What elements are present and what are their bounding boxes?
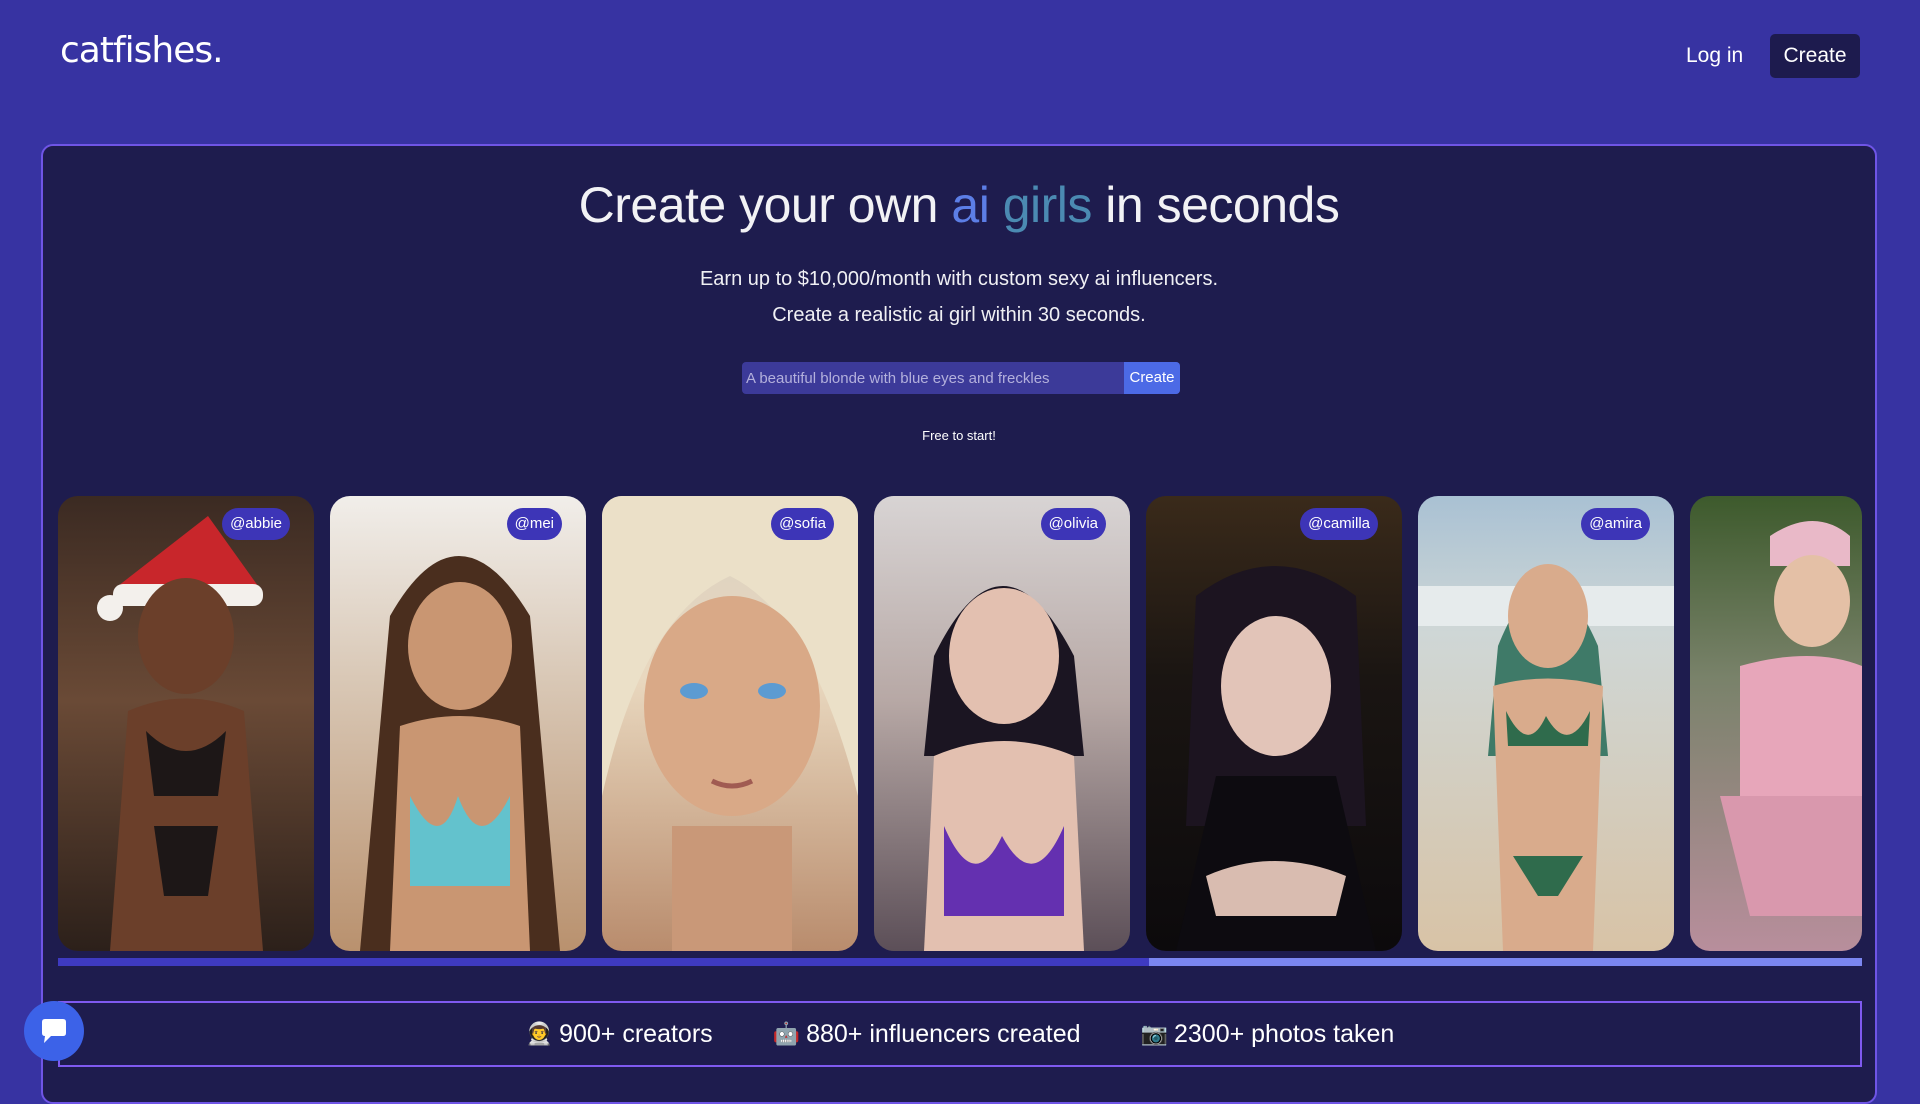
headline-accent-girls: girls bbox=[1002, 177, 1093, 233]
card-handle: @abbie bbox=[222, 508, 290, 540]
prompt-create-button[interactable]: Create bbox=[1124, 362, 1180, 394]
influencer-card-olivia[interactable]: @olivia bbox=[874, 496, 1130, 951]
subheadline-earnings: Earn up to $10,000/month with custom sex… bbox=[699, 268, 1219, 290]
headline-prefix: Create your own bbox=[578, 177, 952, 233]
influencer-card-sofia[interactable]: @sofia bbox=[602, 496, 858, 951]
page-title: Create your own ai girls in seconds bbox=[43, 176, 1875, 234]
influencer-card-partial[interactable] bbox=[1690, 496, 1862, 951]
gallery-scroll-progress-fill bbox=[58, 958, 1150, 966]
prompt-form: Create bbox=[742, 362, 1180, 394]
free-to-start-note: Free to start! bbox=[922, 428, 996, 443]
headline-suffix: in seconds bbox=[1091, 177, 1340, 233]
top-navigation: catfishes. Log in Create bbox=[0, 0, 1920, 112]
stat-influencers: 🤖 880+ influencers created bbox=[773, 1020, 1081, 1049]
influencer-card-amira[interactable]: @amira bbox=[1418, 496, 1674, 951]
stat-text: 2300+ photos taken bbox=[1173, 1019, 1395, 1048]
prompt-input[interactable] bbox=[742, 362, 1124, 394]
portrait-camilla-image bbox=[1176, 566, 1376, 951]
influencer-gallery[interactable]: @abbie @mei @sofia @olivia @camilla @ami… bbox=[58, 496, 1862, 951]
portrait-amira-image bbox=[1418, 564, 1674, 951]
stat-text: 900+ creators bbox=[559, 1019, 713, 1048]
stat-creators: 👨‍🚀 900+ creators bbox=[526, 1020, 713, 1049]
portrait-sofia-image bbox=[602, 496, 858, 951]
portrait-abbie-image bbox=[97, 516, 263, 951]
portrait-olivia-image bbox=[924, 586, 1084, 951]
stat-photos: 📷 2300+ photos taken bbox=[1141, 1020, 1395, 1049]
influencer-card-mei[interactable]: @mei bbox=[330, 496, 586, 951]
card-handle: @camilla bbox=[1300, 508, 1378, 540]
card-handle: @olivia bbox=[1040, 508, 1106, 540]
chat-launcher-button[interactable] bbox=[24, 1001, 84, 1061]
influencer-card-abbie[interactable]: @abbie bbox=[58, 496, 314, 951]
portrait-partial-image bbox=[1720, 521, 1862, 916]
login-link[interactable]: Log in bbox=[1670, 34, 1759, 78]
stats-bar: 👨‍🚀 900+ creators 🤖 880+ influencers cre… bbox=[58, 1001, 1862, 1067]
portrait-mei-image bbox=[360, 556, 560, 951]
site-logo[interactable]: catfishes. bbox=[60, 30, 224, 71]
subheadline-speed: Create a realistic ai girl within 30 sec… bbox=[772, 304, 1146, 326]
card-handle: @sofia bbox=[771, 508, 834, 540]
create-button[interactable]: Create bbox=[1770, 34, 1860, 78]
headline-accent-ai: ai bbox=[951, 177, 990, 233]
robot-icon: 🤖 bbox=[772, 1021, 801, 1046]
hero-panel: Create your own ai girls in seconds Earn… bbox=[41, 144, 1877, 1104]
card-handle: @amira bbox=[1581, 508, 1650, 540]
card-handle: @mei bbox=[506, 508, 562, 540]
camera-icon: 📷 bbox=[1140, 1021, 1168, 1046]
influencer-card-camilla[interactable]: @camilla bbox=[1146, 496, 1402, 951]
astronaut-icon: 👨‍🚀 bbox=[525, 1021, 554, 1046]
gallery-scroll-progress[interactable] bbox=[58, 958, 1862, 966]
chat-bubble-icon bbox=[42, 1019, 66, 1043]
stat-text: 880+ influencers created bbox=[806, 1019, 1081, 1048]
